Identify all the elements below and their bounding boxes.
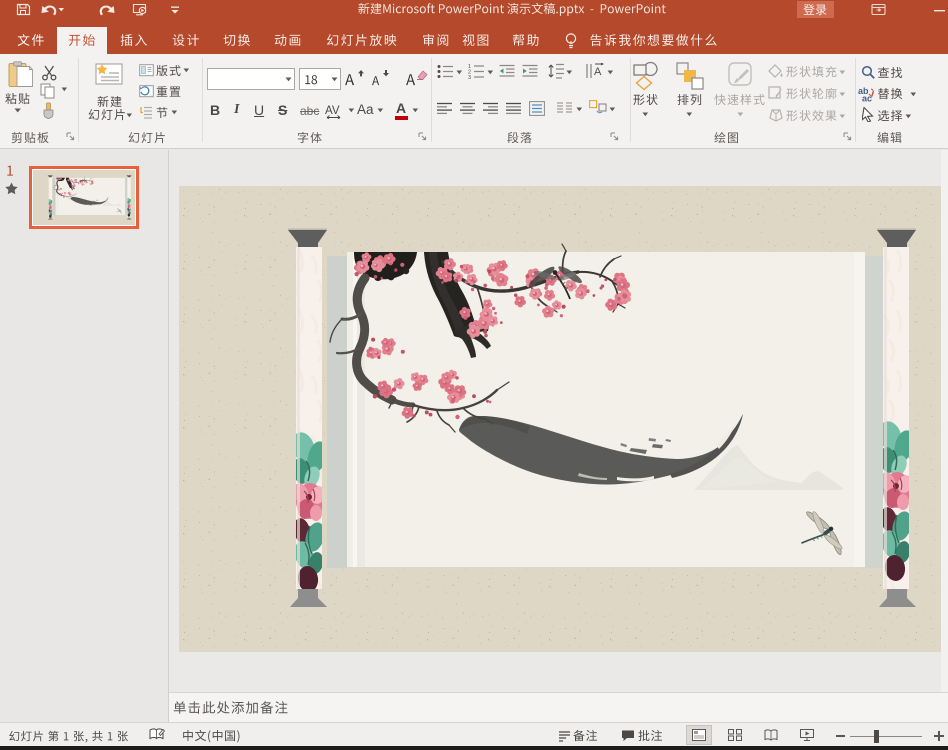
svg-text:AV: AV (325, 105, 340, 117)
svg-text:ac: ac (862, 94, 872, 103)
svg-text:A: A (594, 66, 602, 78)
svg-text:3: 3 (468, 75, 471, 79)
